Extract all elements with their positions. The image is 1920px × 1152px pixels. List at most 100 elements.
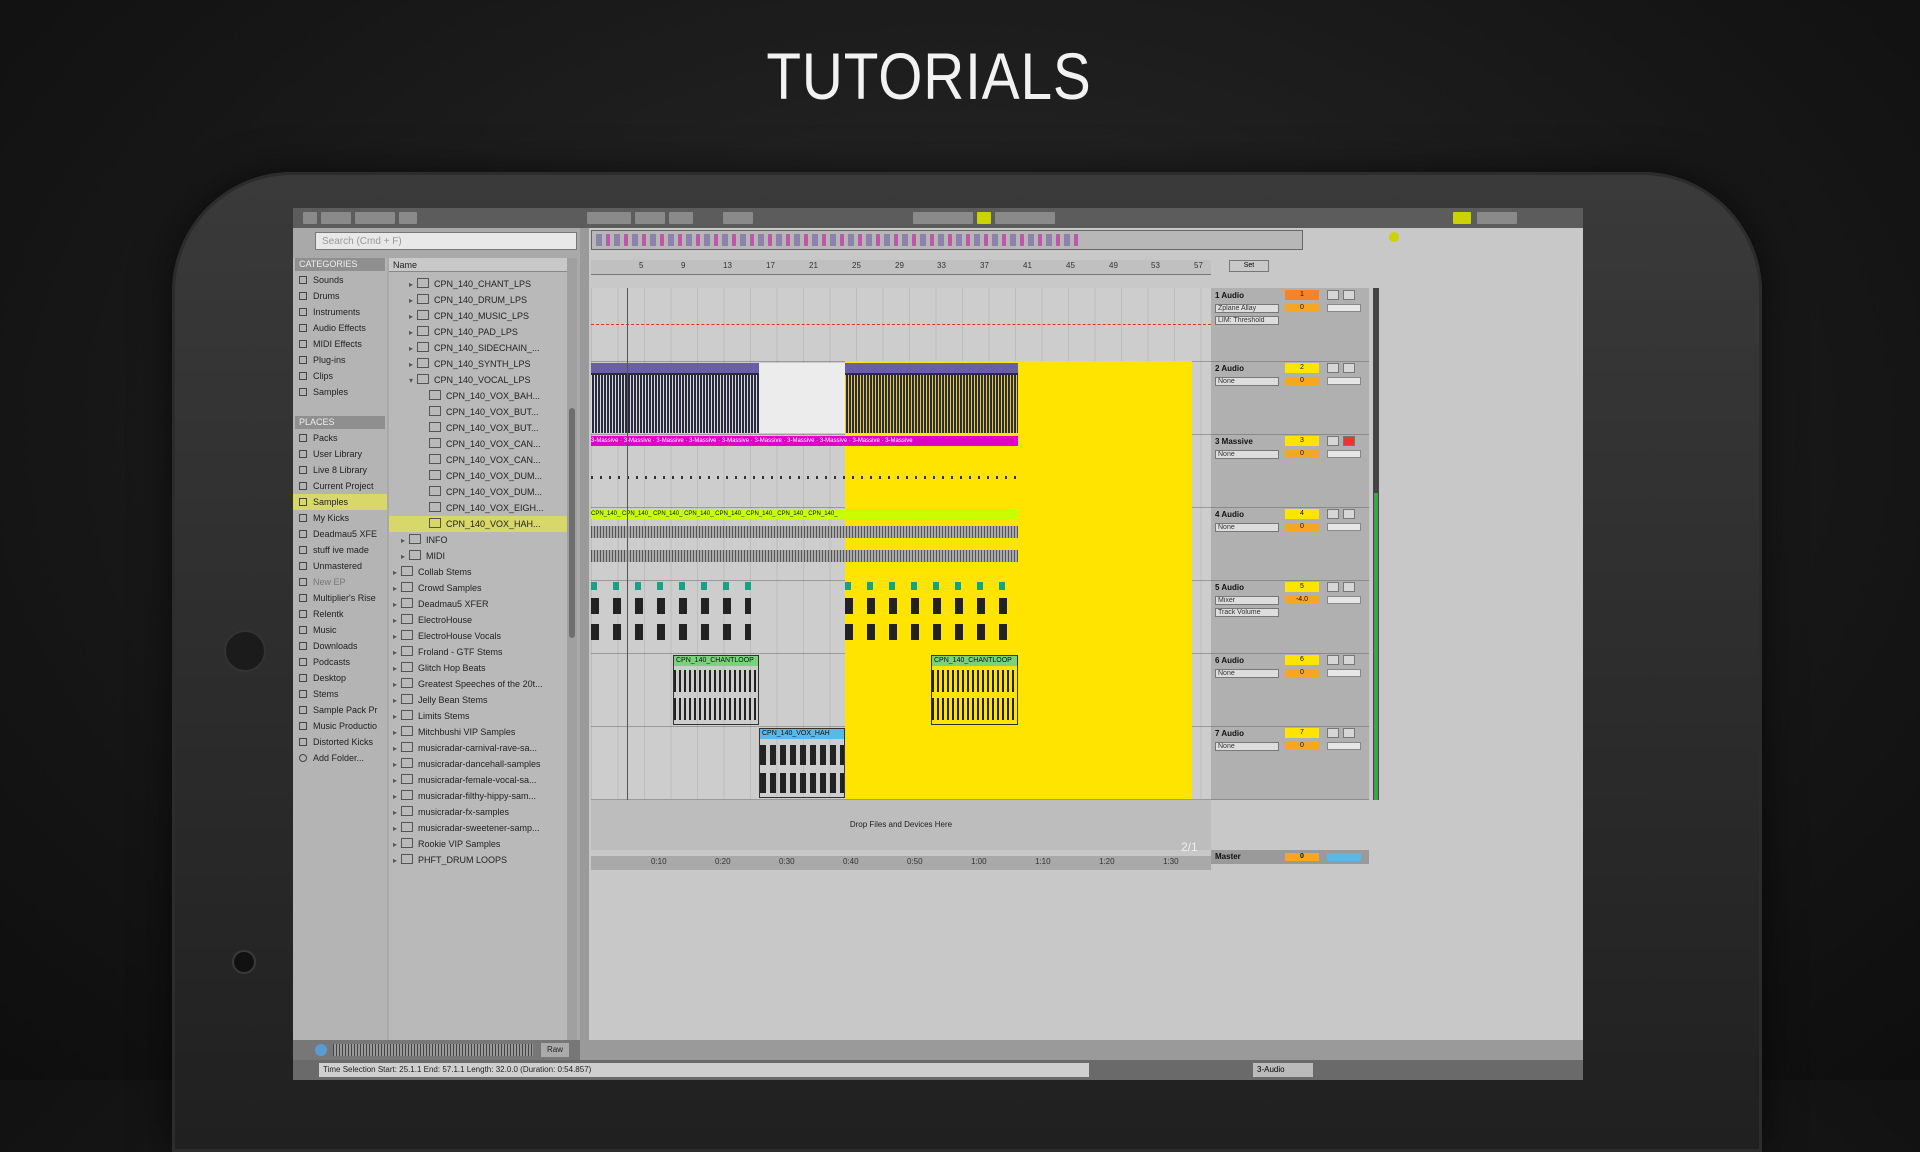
place-downloads[interactable]: Downloads [293,638,387,654]
device-select[interactable]: None [1215,669,1279,678]
list-item[interactable]: ▸ Rookie VIP Samples [393,836,500,852]
place-stuff-ive-made[interactable]: stuff ive made [293,542,387,558]
drop-zone[interactable]: Drop Files and Devices Here [591,800,1211,850]
list-item[interactable]: ▸ musicradar-carnival-rave-sa... [393,740,537,756]
volume-field[interactable]: 0 [1285,742,1319,750]
track-activator[interactable]: 3 [1285,436,1319,446]
place-new-ep[interactable]: New EP [293,574,387,590]
list-item-selected[interactable]: CPN_140_VOX_HAH... [389,516,567,532]
place-samples[interactable]: Samples [293,494,387,510]
place-live-8-library[interactable]: Live 8 Library [293,462,387,478]
solo-button[interactable] [1327,509,1339,519]
volume-field[interactable]: -4.0 [1285,596,1319,604]
place-sample-pack[interactable]: Sample Pack Pr [293,702,387,718]
arm-button[interactable] [1343,436,1355,446]
list-item[interactable]: ▸ ElectroHouse [393,612,472,628]
place-my-kicks[interactable]: My Kicks [293,510,387,526]
list-item[interactable]: ▸ musicradar-dancehall-samples [393,756,541,772]
list-item[interactable]: ▸ CPN_140_SYNTH_LPS [409,356,531,372]
pan-field[interactable] [1327,377,1361,385]
preview-waveform[interactable] [333,1044,533,1056]
arm-button[interactable] [1343,655,1355,665]
place-unmastered[interactable]: Unmastered [293,558,387,574]
volume-field[interactable]: 0 [1285,450,1319,458]
clip-2b[interactable] [845,363,1018,433]
list-item[interactable]: ▸ musicradar-sweetener-samp... [393,820,540,836]
list-item[interactable]: ▸ CPN_140_SIDECHAIN_... [409,340,540,356]
track-selector[interactable]: 3-Audio [1253,1063,1313,1077]
category-instruments[interactable]: Instruments [293,304,387,320]
list-item[interactable]: ▸ Greatest Speeches of the 20t... [393,676,543,692]
device-select[interactable]: None [1215,523,1279,532]
category-sounds[interactable]: Sounds [293,272,387,288]
list-item[interactable]: CPN_140_VOX_DUM... [429,468,542,484]
volume-field[interactable]: 0 [1285,377,1319,385]
volume-field[interactable]: 0 [1285,669,1319,677]
master-pan[interactable] [1327,853,1361,861]
list-item[interactable]: ▸ PHFT_DRUM LOOPS [393,852,507,868]
arm-button[interactable] [1343,509,1355,519]
clip-3-massive[interactable]: 3-Massive · 3-Massive · 3-Massive · 3-Ma… [591,436,1018,446]
track-activator[interactable]: 5 [1285,582,1319,592]
list-item[interactable]: ▸ CPN_140_PAD_LPS [409,324,518,340]
lane-1-audio[interactable] [591,288,1211,362]
list-item[interactable]: ▸ INFO [401,532,448,548]
arrangement-overview[interactable] [591,230,1303,250]
category-clips[interactable]: Clips [293,368,387,384]
pan-field[interactable] [1327,523,1361,531]
place-music-production[interactable]: Music Productio [293,718,387,734]
place-multipliers-rise[interactable]: Multiplier's Rise [293,590,387,606]
list-item[interactable]: ▸ Crowd Samples [393,580,482,596]
clip-7-vox[interactable]: CPN_140_VOX_HAH [759,728,845,798]
track-name[interactable]: 2 Audio [1215,363,1281,374]
clip-6a[interactable]: CPN_140_CHANTLOOP [673,655,759,725]
track-activator[interactable]: 4 [1285,509,1319,519]
place-desktop[interactable]: Desktop [293,670,387,686]
param-select[interactable]: Track Volume [1215,608,1279,617]
play-button[interactable] [635,212,665,224]
solo-button[interactable] [1327,728,1339,738]
arm-button[interactable] [1343,582,1355,592]
scrollbar-thumb[interactable] [569,408,575,638]
list-item[interactable]: ▾ CPN_140_VOCAL_LPS [409,372,531,388]
name-column-header[interactable]: Name [389,258,567,272]
master-track[interactable]: Master 0 [1211,850,1369,864]
clip-5b-headers[interactable] [845,582,1018,590]
place-music[interactable]: Music [293,622,387,638]
place-stems[interactable]: Stems [293,686,387,702]
track-name[interactable]: 4 Audio [1215,509,1281,520]
arm-button[interactable] [1343,728,1355,738]
preview-play-icon[interactable] [315,1044,327,1056]
pan-field[interactable] [1327,450,1361,458]
master-volume[interactable]: 0 [1285,853,1319,861]
volume-field[interactable]: 0 [1285,523,1319,531]
pan-field[interactable] [1327,596,1361,604]
solo-button[interactable] [1327,582,1339,592]
device-select[interactable]: Mixer [1215,596,1279,605]
place-podcasts[interactable]: Podcasts [293,654,387,670]
signature-field[interactable] [355,212,395,224]
list-item[interactable]: ▸ CPN_140_MUSIC_LPS [409,308,529,324]
solo-button[interactable] [1327,290,1339,300]
arrangement-position[interactable] [587,212,631,224]
search-input[interactable]: Search (Cmd + F) [315,232,577,250]
tempo-field[interactable] [321,212,351,224]
list-item[interactable]: ▸ musicradar-female-vocal-sa... [393,772,537,788]
list-item[interactable]: CPN_140_VOX_EIGH... [429,500,544,516]
clip-5a-headers[interactable] [591,582,751,590]
place-deadmau5[interactable]: Deadmau5 XFE [293,526,387,542]
track-name[interactable]: 1 Audio [1215,290,1281,301]
list-item[interactable]: ▸ CPN_140_CHANT_LPS [409,276,531,292]
device-select[interactable]: Zplane Allay [1215,304,1279,313]
metronome-button[interactable] [399,212,417,224]
device-select[interactable]: None [1215,742,1279,751]
track-activator[interactable]: 2 [1285,363,1319,373]
loop-start[interactable] [913,212,973,224]
add-folder-button[interactable]: Add Folder... [293,750,387,766]
track-name[interactable]: 3 Massive [1215,436,1281,447]
track-activator[interactable]: 1 [1285,290,1319,300]
solo-button[interactable] [1327,655,1339,665]
list-item[interactable]: ▸ Froland - GTF Stems [393,644,503,660]
set-button[interactable]: Set [1229,260,1269,272]
place-distorted-kicks[interactable]: Distorted Kicks [293,734,387,750]
